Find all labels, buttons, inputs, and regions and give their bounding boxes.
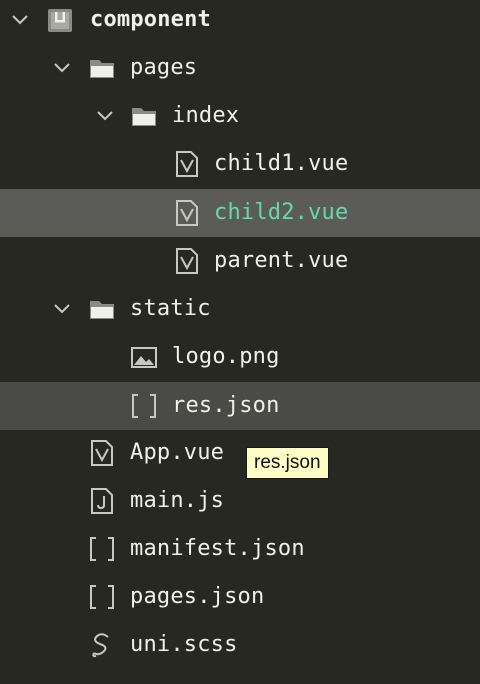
tree-item-label: static bbox=[130, 296, 211, 321]
json-file-icon bbox=[88, 535, 116, 563]
image-file-icon bbox=[130, 343, 158, 371]
tree-item-label: logo.png bbox=[172, 344, 280, 369]
tree-item-res-json[interactable]: res.json bbox=[0, 382, 480, 430]
tree-item-parent-vue[interactable]: parent.vue bbox=[0, 237, 480, 285]
tree-item-manifest-json[interactable]: manifest.json bbox=[0, 525, 480, 573]
chevron-down-icon[interactable] bbox=[8, 8, 32, 32]
tree-item-label: main.js bbox=[130, 488, 225, 513]
vue-file-icon bbox=[173, 199, 201, 227]
tree-item-static[interactable]: static bbox=[0, 285, 480, 333]
folder-icon bbox=[130, 102, 158, 130]
tree-item-label: pages.json bbox=[130, 584, 265, 609]
tree-item-label: App.vue bbox=[130, 440, 225, 465]
file-tree: component pages index child1.vue child2.… bbox=[0, 0, 480, 684]
chevron-down-icon[interactable] bbox=[50, 56, 74, 80]
tree-item-uni-scss[interactable]: uni.scss bbox=[0, 621, 480, 669]
tree-item-label: manifest.json bbox=[130, 536, 305, 561]
tooltip: res.json bbox=[246, 447, 329, 479]
tree-item-label: index bbox=[172, 103, 240, 128]
tree-item-main-js[interactable]: main.js bbox=[0, 477, 480, 525]
tree-item-app-vue[interactable]: App.vue bbox=[0, 429, 480, 477]
vue-file-icon bbox=[88, 439, 116, 467]
tree-item-label: child2.vue bbox=[214, 200, 349, 225]
tree-item-label: res.json bbox=[172, 393, 280, 418]
json-file-icon bbox=[88, 583, 116, 611]
tree-item-index[interactable]: index bbox=[0, 92, 480, 140]
tree-item-logo-png[interactable]: logo.png bbox=[0, 333, 480, 381]
tree-item-label: pages bbox=[130, 55, 198, 80]
tree-item-label: component bbox=[90, 7, 212, 32]
tree-item-pages[interactable]: pages bbox=[0, 44, 480, 92]
tree-item-component[interactable]: component bbox=[0, 0, 480, 44]
tree-item-pages-json[interactable]: pages.json bbox=[0, 573, 480, 621]
project-icon bbox=[46, 6, 74, 34]
chevron-down-icon[interactable] bbox=[93, 104, 117, 128]
tree-item-label: uni.scss bbox=[130, 632, 238, 657]
folder-icon bbox=[88, 54, 116, 82]
vue-file-icon bbox=[173, 247, 201, 275]
tree-item-label: child1.vue bbox=[214, 151, 349, 176]
js-file-icon bbox=[88, 487, 116, 515]
json-file-icon bbox=[130, 392, 158, 420]
chevron-down-icon[interactable] bbox=[50, 297, 74, 321]
tree-item-child1-vue[interactable]: child1.vue bbox=[0, 140, 480, 188]
scss-file-icon bbox=[88, 631, 116, 659]
folder-icon bbox=[88, 295, 116, 323]
vue-file-icon bbox=[173, 150, 201, 178]
tree-item-label: parent.vue bbox=[214, 248, 349, 273]
tree-item-child2-vue[interactable]: child2.vue bbox=[0, 189, 480, 237]
